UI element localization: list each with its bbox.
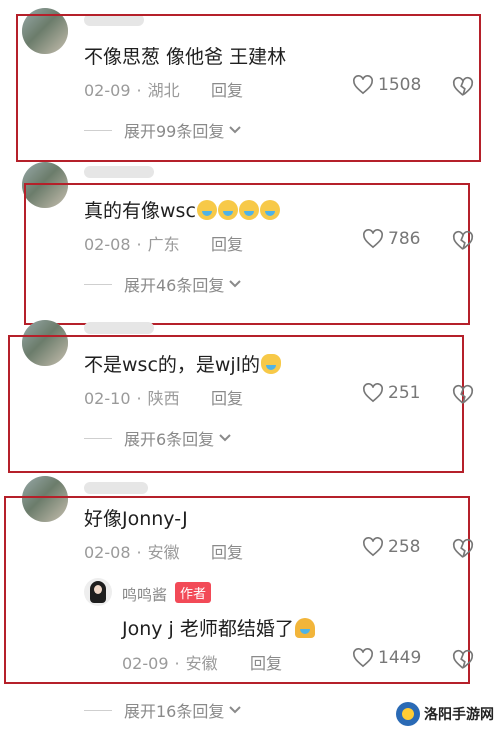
username-blurred[interactable] — [84, 322, 154, 334]
comment-location: 陕西 — [147, 389, 180, 408]
comment-location: 湖北 — [147, 81, 180, 100]
broken-heart-icon[interactable] — [452, 384, 474, 406]
like-count: 786 — [388, 229, 421, 249]
like-count: 258 — [388, 537, 421, 557]
reply-button[interactable]: 回复 — [250, 650, 282, 674]
expand-replies-label: 展开46条回复 — [124, 276, 225, 295]
username-blurred[interactable] — [84, 482, 148, 494]
crying-face-icon — [196, 200, 217, 220]
chevron-down-icon — [229, 706, 242, 714]
ok-hand-icon — [260, 354, 281, 374]
broken-heart-icon[interactable] — [452, 230, 474, 252]
like-button[interactable]: 258 — [362, 537, 420, 557]
expand-replies-label: 展开99条回复 — [124, 122, 225, 141]
expand-replies-label: 展开6条回复 — [124, 430, 215, 449]
like-button[interactable]: 251 — [362, 383, 420, 403]
chevron-down-icon — [219, 434, 231, 442]
expand-replies-button[interactable]: 展开99条回复 — [84, 118, 242, 142]
comment-date: 02-09 — [84, 81, 131, 100]
broken-heart-icon[interactable] — [452, 76, 474, 98]
author-badge: 作者 — [175, 582, 212, 603]
like-button[interactable]: 786 — [362, 229, 420, 249]
comment-date: 02-10 — [84, 389, 131, 408]
expand-replies-button[interactable]: 展开6条回复 — [84, 426, 232, 450]
author-reply-meta: 02-09 · 安徽 — [122, 654, 218, 673]
comment-text: 不是wsc的，是wjl的 — [84, 350, 281, 377]
like-button[interactable]: 1449 — [352, 648, 421, 668]
comment-text-content: 真的有像wsc — [84, 200, 196, 222]
comment-date: 02-08 — [84, 235, 131, 254]
divider — [84, 129, 112, 131]
author-reply-text: Jony j 老师都结婚了 — [122, 614, 315, 641]
reply-location: 安徽 — [185, 654, 218, 673]
crying-face-icon — [217, 200, 238, 220]
praying-hands-icon — [294, 618, 315, 638]
heart-icon — [363, 229, 383, 249]
watermark-logo-icon — [396, 702, 420, 726]
like-button[interactable]: 1508 — [352, 75, 421, 95]
comment-text: 好像Jonny-J — [84, 508, 188, 530]
reply-button[interactable]: 回复 — [211, 77, 243, 101]
reply-button[interactable]: 回复 — [211, 385, 243, 409]
chevron-down-icon — [229, 126, 242, 134]
like-count: 251 — [388, 383, 421, 403]
author-avatar[interactable] — [84, 578, 112, 606]
broken-heart-icon[interactable] — [452, 538, 474, 560]
author-username[interactable]: 鸣鸣酱 — [122, 586, 167, 604]
heart-icon — [363, 537, 383, 557]
comment-meta: 02-08 · 广东 — [84, 235, 180, 254]
crying-face-icon — [238, 200, 259, 220]
divider — [84, 709, 112, 711]
comment-meta: 02-09 · 湖北 — [84, 81, 180, 100]
reply-button[interactable]: 回复 — [211, 539, 243, 563]
author-reply-text-content: Jony j 老师都结婚了 — [122, 618, 294, 640]
crying-face-icon — [259, 200, 280, 220]
like-count: 1449 — [378, 648, 422, 668]
expand-replies-label: 展开16条回复 — [124, 702, 225, 721]
comment-location: 广东 — [147, 235, 180, 254]
heart-icon — [363, 383, 383, 403]
divider — [84, 283, 112, 285]
expand-replies-button[interactable]: 展开46条回复 — [84, 272, 242, 296]
heart-icon — [353, 648, 373, 668]
divider — [84, 437, 112, 439]
comment-date: 02-08 — [84, 543, 131, 562]
broken-heart-icon[interactable] — [452, 649, 474, 671]
comment-text: 真的有像wsc — [84, 196, 280, 223]
like-count: 1508 — [378, 75, 422, 95]
comment-text-content: 不是wsc的，是wjl的 — [84, 354, 260, 376]
comment-meta: 02-10 · 陕西 — [84, 389, 180, 408]
chevron-down-icon — [229, 280, 242, 288]
expand-replies-button[interactable]: 展开16条回复 — [84, 698, 242, 722]
comment-location: 安徽 — [147, 543, 180, 562]
site-watermark: 洛阳手游网 — [396, 702, 494, 726]
watermark-text: 洛阳手游网 — [424, 707, 494, 723]
comment-text: 不像思葱 像他爸 王建林 — [84, 46, 287, 68]
author-username-row: 鸣鸣酱 作者 — [122, 582, 212, 605]
reply-date: 02-09 — [122, 654, 169, 673]
reply-button[interactable]: 回复 — [211, 231, 243, 255]
heart-icon — [353, 75, 373, 95]
comment-meta: 02-08 · 安徽 — [84, 543, 180, 562]
username-blurred[interactable] — [84, 166, 154, 178]
